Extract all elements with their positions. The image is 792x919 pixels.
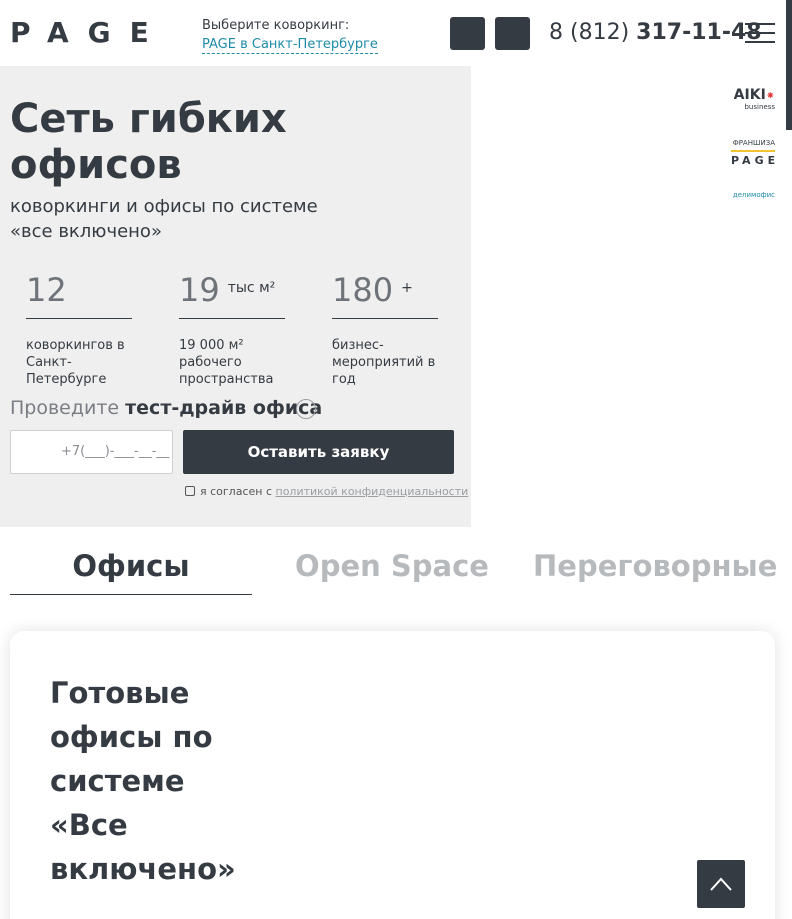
offices-card: Готовые офисы по системе «Все включено» bbox=[10, 631, 775, 919]
stat-description: 19 000 м² рабочего пространства bbox=[179, 338, 274, 387]
arrow-up-icon[interactable] bbox=[697, 860, 745, 908]
stat-description: бизнес-мероприятий в год bbox=[332, 338, 436, 387]
header-phone[interactable]: 8 (812) 317-11-48 bbox=[549, 15, 762, 51]
test-drive-text: Проведите тест-драйв офиса bbox=[10, 397, 323, 419]
logo[interactable]: PAGE bbox=[10, 18, 168, 48]
burger-menu-icon[interactable] bbox=[745, 23, 775, 44]
stat-divider bbox=[332, 318, 438, 319]
stat-area: 19 тыс м² 19 000 м² рабочего пространства bbox=[179, 265, 289, 388]
tab-meeting-rooms[interactable]: Переговорные bbox=[533, 540, 777, 595]
stat-description: коворкингов в Санкт-Петербурге bbox=[26, 338, 125, 387]
submit-request-button[interactable]: Оставить заявку bbox=[183, 430, 454, 474]
city-link[interactable]: PAGE в Санкт-Петербурге bbox=[202, 36, 378, 54]
partner-delimofis-logo[interactable]: делимофис bbox=[731, 190, 775, 200]
agree-checkbox-row[interactable]: я согласен с политикой конфиденциальност… bbox=[185, 485, 468, 499]
hero-title: Сеть гибких офисов bbox=[10, 96, 287, 188]
agree-checkbox[interactable] bbox=[185, 486, 195, 496]
partner-franchise-logo[interactable]: ФРАНШИЗА PAGE bbox=[731, 138, 775, 168]
partner-aiki-logo[interactable]: AIKI⁕ business bbox=[731, 88, 775, 111]
stat-value: 19 тыс м² bbox=[179, 271, 276, 309]
phone-number: 317-11-48 bbox=[636, 20, 762, 45]
scrollbar[interactable] bbox=[786, 0, 792, 130]
stat-divider bbox=[179, 318, 285, 319]
hero-section: Сеть гибких офисов коворкинги и офисы по… bbox=[0, 66, 471, 527]
social-icon-2[interactable] bbox=[495, 17, 530, 50]
stat-value: 12 bbox=[26, 271, 67, 309]
tab-offices[interactable]: Офисы bbox=[10, 540, 252, 595]
social-icon-1[interactable] bbox=[450, 17, 485, 50]
stat-value: 180 + bbox=[332, 271, 413, 309]
privacy-policy-link[interactable]: политикой конфиденциальности bbox=[276, 485, 469, 498]
phone-prefix: 8 (812) bbox=[549, 20, 630, 45]
tab-open-space[interactable]: Open Space bbox=[271, 540, 513, 595]
city-selector: Выберите коворкинг: PAGE в Санкт-Петербу… bbox=[202, 16, 378, 54]
phone-input[interactable]: +7(___)-___-__-__ bbox=[10, 430, 173, 474]
hero-subtitle: коворкинги и офисы по системе «все включ… bbox=[10, 196, 318, 242]
card-title: Готовые офисы по системе «Все включено» bbox=[50, 676, 236, 886]
stat-events: 180 + бизнес-мероприятий в год bbox=[332, 265, 442, 388]
stat-coworkings: 12 коворкингов в Санкт-Петербурге bbox=[26, 265, 136, 388]
info-circle-icon[interactable] bbox=[296, 399, 316, 419]
stat-divider bbox=[26, 318, 132, 319]
city-label: Выберите коворкинг: bbox=[202, 18, 350, 33]
